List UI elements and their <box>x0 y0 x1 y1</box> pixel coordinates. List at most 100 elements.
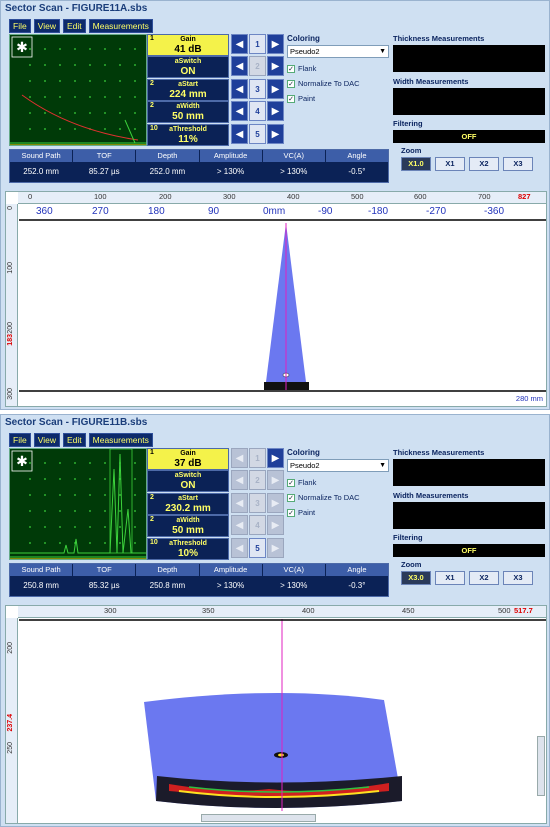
param-select-5[interactable]: 5 <box>249 538 266 558</box>
param-astart[interactable]: 2 aStart 230.2 mm <box>147 493 229 515</box>
menu-measurements[interactable]: Measurements <box>88 433 153 447</box>
paint-checkbox[interactable]: ✓ Paint <box>287 94 391 103</box>
param-aswitch[interactable]: aSwitch ON <box>147 56 229 78</box>
arrow-left-icon[interactable]: ◀ <box>231 515 248 535</box>
param-select-2[interactable]: 2 <box>249 470 266 490</box>
zoom-x2-button[interactable]: X2 <box>469 571 499 585</box>
menu-view[interactable]: View <box>33 433 60 447</box>
param-select-2[interactable]: 2 <box>249 56 266 76</box>
menu-edit[interactable]: Edit <box>62 19 86 33</box>
param-astart[interactable]: 2 aStart 224 mm <box>147 79 229 101</box>
param-label: aSwitch <box>174 472 202 479</box>
measurement-side-panel: Thickness Measurements Width Measurement… <box>393 34 547 171</box>
zoom-x1-button[interactable]: X1 <box>435 157 465 171</box>
param-select-4[interactable]: 4 <box>249 515 266 535</box>
arrow-left-icon[interactable]: ◀ <box>231 79 248 99</box>
arrow-right-icon[interactable]: ▶ <box>267 470 284 490</box>
amplitude-value: > 130% <box>216 581 245 590</box>
arrow-right-icon[interactable]: ▶ <box>267 56 284 76</box>
checkbox-label: Paint <box>298 94 316 103</box>
arrow-right-icon[interactable]: ▶ <box>267 34 284 54</box>
param-select-1[interactable]: 1 <box>249 448 266 468</box>
zoom-buttons: X3.0 X1 X2 X3 <box>401 571 547 585</box>
param-select-3[interactable]: 3 <box>249 79 266 99</box>
angle-value: -0.3° <box>348 581 366 590</box>
flank-checkbox[interactable]: ✓ Flank <box>287 478 391 487</box>
zoom-current-button[interactable]: X3.0 <box>401 571 431 585</box>
zoom-x3-button[interactable]: X3 <box>503 571 533 585</box>
param-number: 10 <box>150 125 158 132</box>
filtering-toggle[interactable]: OFF <box>393 544 545 557</box>
arrow-right-icon[interactable]: ▶ <box>267 79 284 99</box>
arrow-left-icon[interactable]: ◀ <box>231 470 248 490</box>
a-scan-display[interactable]: ✱ <box>9 448 147 560</box>
arrow-right-icon[interactable]: ▶ <box>267 124 284 144</box>
param-nav-buttons: ◀ 1 ▶ ◀ 2 ▶ ◀ 3 ▶ ◀ 4 ▶ ◀ 5 ▶ <box>231 448 285 560</box>
angle-tick: 270 <box>92 206 109 217</box>
measurement-side-panel: Thickness Measurements Width Measurement… <box>393 448 547 585</box>
thickness-display <box>393 45 545 72</box>
menu-view[interactable]: View <box>33 19 60 33</box>
filtering-toggle[interactable]: OFF <box>393 130 545 143</box>
arrow-left-icon[interactable]: ◀ <box>231 101 248 121</box>
param-gain[interactable]: 1 Gain 41 dB <box>147 34 229 56</box>
sector-scan-view[interactable]: 300 350 400 450 500 517.7 200 237.4 250 <box>5 605 547 824</box>
arrow-right-icon[interactable]: ▶ <box>267 515 284 535</box>
zoom-current-button[interactable]: X1.0 <box>401 157 431 171</box>
arrow-right-icon[interactable]: ▶ <box>267 493 284 513</box>
zoom-x2-button[interactable]: X2 <box>469 157 499 171</box>
paint-checkbox[interactable]: ✓ Paint <box>287 508 391 517</box>
amplitude-header: Amplitude <box>199 564 262 576</box>
arrow-left-icon[interactable]: ◀ <box>231 56 248 76</box>
param-select-3[interactable]: 3 <box>249 493 266 513</box>
arrow-left-icon[interactable]: ◀ <box>231 538 248 558</box>
param-select-4[interactable]: 4 <box>249 101 266 121</box>
arrow-left-icon[interactable]: ◀ <box>231 34 248 54</box>
param-value: ON <box>180 480 196 491</box>
param-nav-buttons: ◀ 1 ▶ ◀ 2 ▶ ◀ 3 ▶ ◀ 4 ▶ ◀ 5 ▶ <box>231 34 285 146</box>
param-select-5[interactable]: 5 <box>249 124 266 144</box>
arrow-left-icon[interactable]: ◀ <box>231 493 248 513</box>
arrow-right-icon[interactable]: ▶ <box>267 538 284 558</box>
menu-file[interactable]: File <box>9 19 31 33</box>
coloring-label: Coloring <box>287 448 320 457</box>
menu-edit[interactable]: Edit <box>62 433 86 447</box>
normalize-dac-checkbox[interactable]: ✓ Normalize To DAC <box>287 493 391 502</box>
param-gain[interactable]: 1 Gain 37 dB <box>147 448 229 470</box>
param-aswitch[interactable]: aSwitch ON <box>147 470 229 492</box>
arrow-right-icon[interactable]: ▶ <box>267 448 284 468</box>
param-select-1[interactable]: 1 <box>249 34 266 54</box>
coloring-select[interactable]: Pseudo2 ▼ <box>287 459 389 472</box>
menu-file[interactable]: File <box>9 433 31 447</box>
measurement-readout: Sound Path 252.0 mm TOF 85.27 µs Depth 252.… <box>9 149 389 183</box>
depth-header: Depth <box>136 564 199 576</box>
snowflake-icon: ✱ <box>16 453 28 469</box>
depth-value: 250.8 mm <box>149 581 186 590</box>
horizontal-scrollbar[interactable] <box>201 814 316 822</box>
normalize-dac-checkbox[interactable]: ✓ Normalize To DAC <box>287 79 391 88</box>
arrow-left-icon[interactable]: ◀ <box>231 448 248 468</box>
coloring-select[interactable]: Pseudo2 ▼ <box>287 45 389 58</box>
param-athreshold[interactable]: 10 aThreshold 11% <box>147 124 229 146</box>
flank-checkbox[interactable]: ✓ Flank <box>287 64 391 73</box>
arrow-left-icon[interactable]: ◀ <box>231 124 248 144</box>
menu-measurements[interactable]: Measurements <box>88 19 153 33</box>
param-athreshold[interactable]: 10 aThreshold 10% <box>147 538 229 560</box>
a-scan-display[interactable]: ✱ <box>9 34 147 146</box>
ruler-cursor-value: 827 <box>518 192 531 201</box>
param-label: Gain <box>180 36 196 43</box>
param-number: 1 <box>150 35 154 42</box>
horizontal-ruler: 0 100 200 300 400 500 600 700 827 <box>18 192 546 204</box>
checkbox-label: Flank <box>298 478 317 487</box>
ruler-cursor-value: 517.7 <box>514 606 533 615</box>
zoom-x3-button[interactable]: X3 <box>503 157 533 171</box>
zoom-x1-button[interactable]: X1 <box>435 571 465 585</box>
angle-tick: -360 <box>484 206 505 217</box>
sector-scan-view[interactable]: 0 100 200 300 400 500 600 700 827 360 27… <box>5 191 547 407</box>
param-awidth[interactable]: 2 aWidth 50 mm <box>147 515 229 537</box>
param-awidth[interactable]: 2 aWidth 50 mm <box>147 101 229 123</box>
ruler-tick: 300 <box>104 606 117 615</box>
a-scan-plot: ✱ <box>10 36 146 145</box>
arrow-right-icon[interactable]: ▶ <box>267 101 284 121</box>
vertical-scrollbar[interactable] <box>537 736 545 796</box>
